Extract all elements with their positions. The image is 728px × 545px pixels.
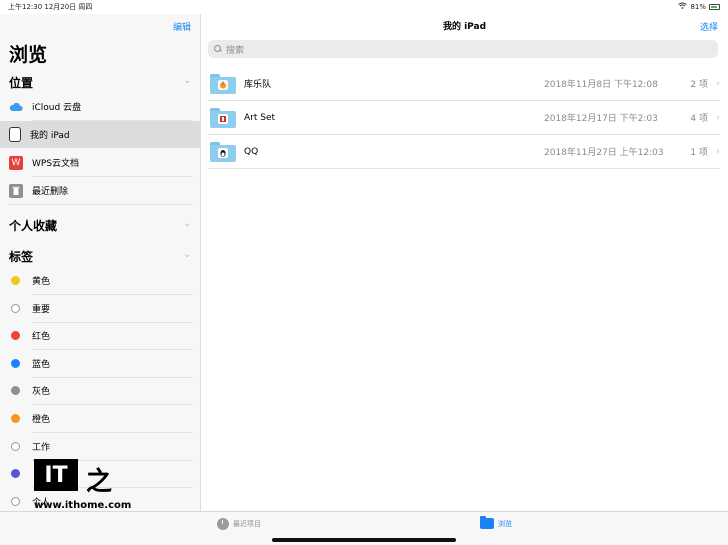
- garageband-icon: [218, 80, 228, 90]
- wps-icon: W: [9, 155, 23, 170]
- chevron-right-icon: ›: [716, 78, 720, 89]
- sidebar-item-label: WPS云文档: [32, 159, 80, 169]
- qq-icon: [218, 148, 228, 158]
- tag-item-gray[interactable]: 灰色: [0, 377, 200, 404]
- tag-label: 红色: [32, 332, 51, 342]
- clock-icon: [217, 518, 229, 530]
- folder-icon: [480, 516, 494, 529]
- status-bar: 上午12:30 12月20日 周四 81%: [0, 0, 728, 14]
- sidebar-item-label: iCloud 云盘: [32, 103, 82, 113]
- file-count: 4 项: [690, 114, 708, 124]
- icloud-icon: [9, 100, 23, 114]
- ithome-watermark: IT 之 www.ithome.com: [34, 459, 134, 515]
- tag-label: 灰色: [32, 387, 51, 397]
- sidebar: 编辑 浏览 位置 ⌄ iCloud 云盘 我的 iPad W WPS云文档 最近…: [0, 14, 201, 511]
- art-set-icon: [218, 114, 228, 124]
- battery-icon: [709, 3, 720, 10]
- tag-color-dot: [11, 414, 20, 423]
- tag-color-dot: [11, 386, 20, 395]
- tag-item-work[interactable]: 工作: [0, 433, 200, 460]
- tab-browse[interactable]: 浏览: [480, 516, 512, 529]
- file-row-art-set[interactable]: Art Set 2018年12月17日 下午2:03 4 项 ›: [208, 101, 720, 135]
- watermark-logo-mark: 之: [86, 467, 113, 497]
- tag-item-blue[interactable]: 蓝色: [0, 350, 200, 377]
- locations-header[interactable]: 位置: [9, 74, 33, 91]
- divider: [9, 204, 193, 205]
- chevron-right-icon: ›: [716, 112, 720, 123]
- tag-label: 蓝色: [32, 360, 51, 370]
- sidebar-item-label: 最近删除: [32, 187, 69, 197]
- file-row-qq[interactable]: QQ 2018年11月27日 上午12:03 1 项 ›: [208, 135, 720, 169]
- search-icon: [214, 45, 222, 53]
- ipad-icon: [9, 127, 21, 142]
- tag-color-dot: [11, 276, 20, 285]
- search-placeholder: 搜索: [226, 45, 245, 56]
- watermark-logo: IT: [34, 459, 78, 491]
- tag-color-dot: [11, 442, 20, 451]
- select-button[interactable]: 选择: [700, 20, 718, 33]
- file-name: 库乐队: [244, 80, 272, 90]
- tab-label: 最近项目: [233, 520, 261, 528]
- page-title: 我的 iPad: [442, 22, 487, 32]
- tag-label: 重要: [32, 305, 51, 315]
- folder-icon: [210, 141, 236, 162]
- folder-icon: [210, 107, 236, 128]
- chevron-down-icon[interactable]: ⌄: [183, 219, 191, 229]
- wifi-icon: [678, 2, 688, 11]
- watermark-url: www.ithome.com: [34, 500, 132, 511]
- file-count: 1 项: [690, 148, 708, 158]
- tag-color-dot: [11, 469, 20, 478]
- favorites-header[interactable]: 个人收藏: [9, 217, 57, 234]
- folder-icon: [210, 73, 236, 94]
- status-right: 81%: [678, 2, 720, 11]
- tag-item-red[interactable]: 红色: [0, 322, 200, 349]
- sidebar-title: 浏览: [9, 44, 48, 66]
- search-input[interactable]: 搜索: [208, 40, 718, 58]
- tag-color-dot: [11, 331, 20, 340]
- chevron-down-icon[interactable]: ⌄: [183, 76, 191, 86]
- file-name: QQ: [244, 146, 259, 157]
- tags-header[interactable]: 标签: [9, 248, 33, 265]
- tab-recents[interactable]: 最近项目: [217, 518, 261, 530]
- tag-item-yellow[interactable]: 黄色: [0, 267, 200, 294]
- file-row-garageband[interactable]: 库乐队 2018年11月8日 下午12:08 2 项 ›: [208, 67, 720, 101]
- tag-label: 黄色: [32, 277, 51, 287]
- home-indicator[interactable]: [272, 538, 456, 542]
- tag-color-dot: [11, 359, 20, 368]
- chevron-down-icon[interactable]: ⌄: [183, 250, 191, 260]
- sidebar-item-icloud[interactable]: iCloud 云盘: [0, 93, 200, 120]
- sidebar-item-recently-deleted[interactable]: 最近删除: [0, 177, 200, 204]
- battery-percent: 81%: [690, 2, 706, 11]
- edit-button[interactable]: 编辑: [173, 20, 191, 33]
- sidebar-item-label: 我的 iPad: [30, 131, 70, 141]
- tag-label: 工作: [32, 443, 51, 453]
- sidebar-item-wps[interactable]: W WPS云文档: [0, 149, 200, 176]
- tag-item-important[interactable]: 重要: [0, 295, 200, 322]
- tag-label: 橙色: [32, 415, 51, 425]
- tag-item-orange[interactable]: 橙色: [0, 405, 200, 432]
- trash-icon: [9, 183, 23, 198]
- tag-color-dot: [11, 304, 20, 313]
- tag-color-dot: [11, 497, 20, 506]
- file-date: 2018年11月27日 上午12:03: [544, 148, 664, 158]
- status-time-date: 上午12:30 12月20日 周四: [8, 3, 93, 11]
- file-date: 2018年12月17日 下午2:03: [544, 114, 658, 124]
- tab-label: 浏览: [498, 519, 512, 528]
- chevron-right-icon: ›: [716, 146, 720, 157]
- sidebar-item-my-ipad[interactable]: 我的 iPad: [0, 121, 200, 148]
- file-name: Art Set: [244, 112, 276, 123]
- file-count: 2 项: [690, 80, 708, 90]
- file-date: 2018年11月8日 下午12:08: [544, 80, 658, 90]
